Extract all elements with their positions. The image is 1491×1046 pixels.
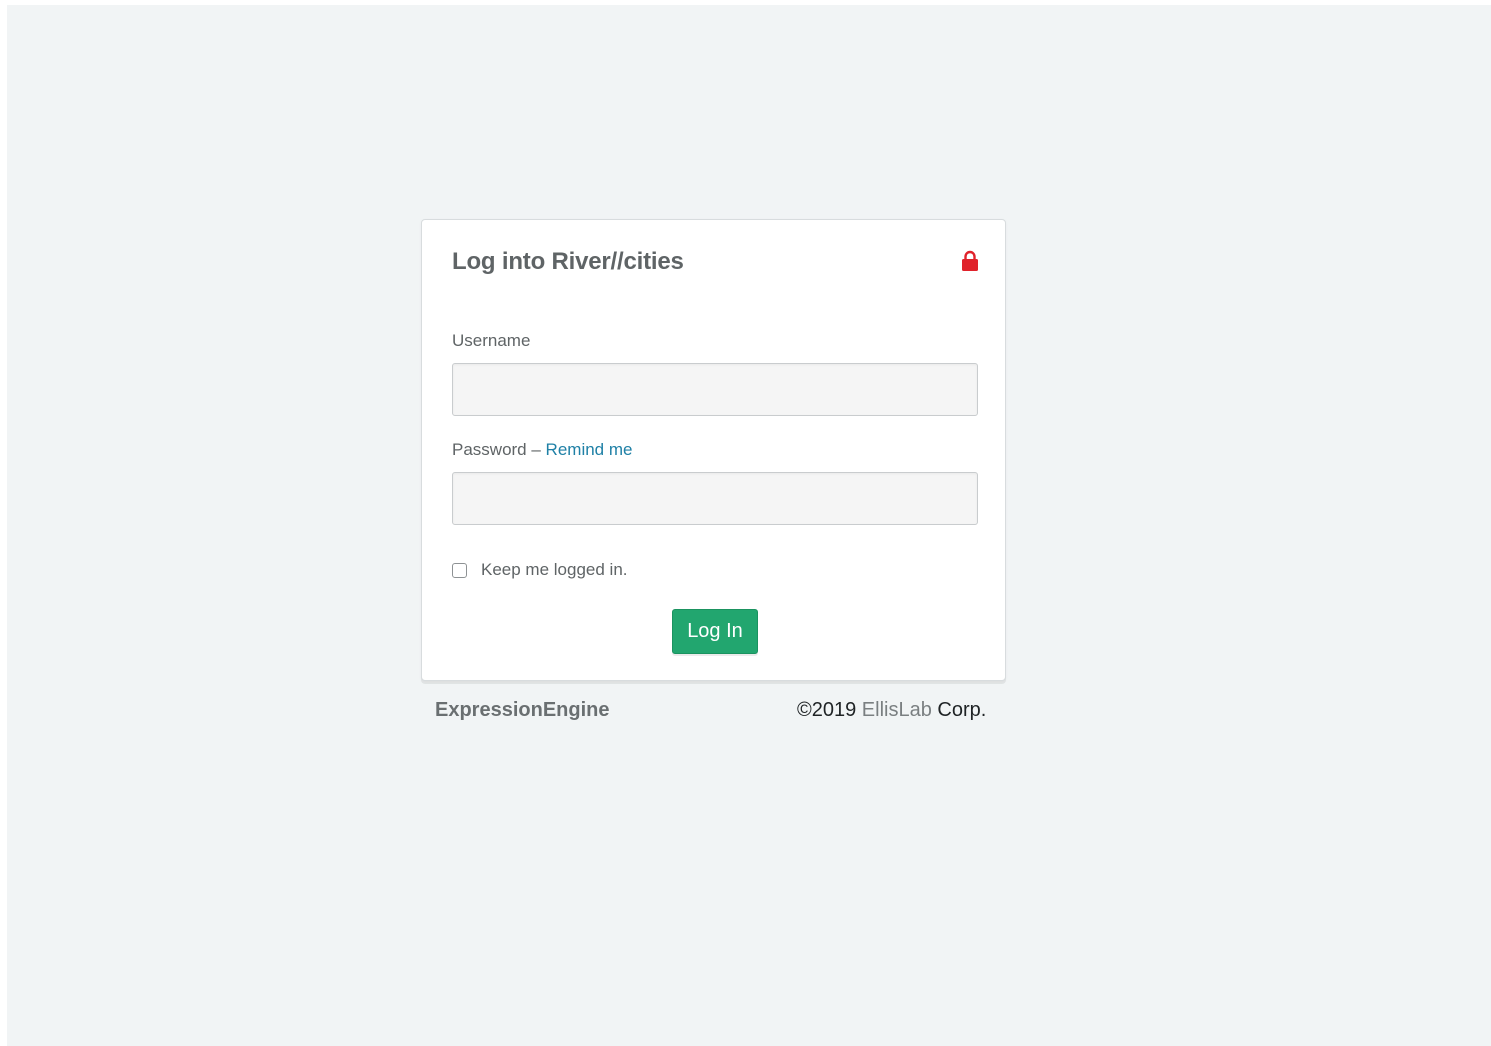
keep-logged-in-label[interactable]: Keep me logged in. bbox=[481, 560, 628, 580]
ellislab-link[interactable]: EllisLab bbox=[862, 699, 932, 721]
password-input[interactable] bbox=[452, 472, 978, 525]
password-label-row: Password – Remind me bbox=[452, 440, 632, 460]
keep-logged-in-option[interactable]: Keep me logged in. bbox=[452, 560, 628, 580]
footer-copyright: ©2019 EllisLab Corp. bbox=[797, 699, 986, 722]
login-card: Log into River//cities Username Password… bbox=[421, 219, 1006, 681]
password-label: Password bbox=[452, 440, 527, 459]
login-button[interactable]: Log In bbox=[672, 609, 758, 654]
copyright-prefix: ©2019 bbox=[797, 699, 862, 721]
password-separator: – bbox=[526, 440, 546, 459]
username-label: Username bbox=[452, 331, 531, 350]
username-input[interactable] bbox=[452, 363, 978, 416]
remind-me-link[interactable]: Remind me bbox=[546, 440, 633, 459]
keep-logged-in-checkbox[interactable] bbox=[452, 562, 467, 578]
footer-brand: ExpressionEngine bbox=[435, 699, 610, 721]
lock-icon bbox=[962, 250, 978, 271]
copyright-suffix: Corp. bbox=[931, 699, 987, 721]
login-title: Log into River//cities bbox=[452, 248, 684, 275]
